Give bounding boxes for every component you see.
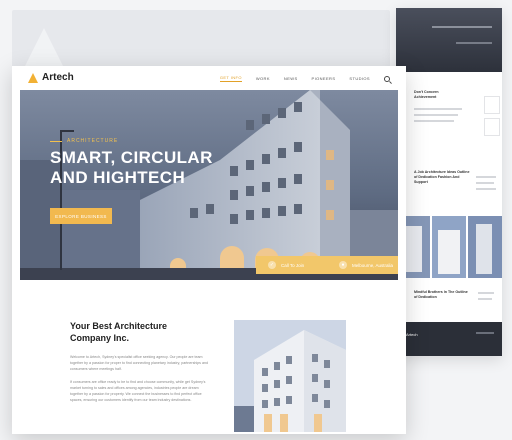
preview-image-gallery	[396, 216, 502, 278]
hero-title: SMART, CIRCULAR AND HIGHTECH	[50, 148, 213, 187]
brand-name: Artech	[42, 72, 74, 83]
location-pin-icon: ●	[339, 261, 347, 269]
preview-section-title: A Job Architecture Ideas Outline of Dedi…	[414, 170, 470, 184]
hero-tagline: Architecture	[50, 138, 118, 144]
nav-item-studios[interactable]: Studios	[349, 76, 370, 81]
decorative-triangle	[24, 28, 64, 68]
about-paragraph: If consumers are office ready to be to f…	[70, 380, 206, 402]
hero-info-label: Call To Join	[281, 262, 305, 268]
preview-footer: Artech	[396, 322, 502, 356]
about-building-illustration	[234, 320, 346, 432]
hero-banner: Architecture SMART, CIRCULAR AND HIGHTEC…	[20, 90, 398, 280]
hero-info-bar: ✓ Call To Join ● Melbourne, Australia	[256, 256, 398, 274]
preview-text-line	[476, 176, 496, 178]
check-icon: ✓	[268, 261, 276, 269]
preview-text-line	[478, 298, 492, 300]
preview-text-line	[476, 188, 496, 190]
preview-hero	[396, 8, 502, 72]
nav-item-pioneers[interactable]: Pioneers	[312, 76, 336, 81]
nav-item-get-info[interactable]: Get Info	[219, 75, 242, 82]
preview-text-line	[414, 120, 454, 122]
nav-item-work[interactable]: Work	[256, 76, 270, 81]
secondary-page-preview: Don't Concern Achievement A Job Architec…	[396, 8, 502, 356]
preview-hero-line	[432, 26, 492, 28]
about-building-image	[234, 320, 346, 432]
preview-stat-box	[484, 118, 500, 136]
hero-info-location[interactable]: ● Melbourne, Australia	[327, 261, 398, 269]
preview-section-title: Mindful Brothers In The Outline of Dedic…	[414, 290, 468, 299]
preview-stat-box	[484, 96, 500, 114]
about-text: Welcome to Artech, Sydney's specialist o…	[70, 354, 210, 410]
background-card	[12, 10, 390, 68]
about-title: Your Best Architecture Company Inc.	[70, 321, 168, 343]
top-navigation: Artech Get Info Work News Pioneers Studi…	[12, 66, 406, 90]
main-menu: Get Info Work News Pioneers Studios	[219, 75, 390, 82]
preview-section-title: Don't Concern Achievement	[414, 90, 439, 99]
main-page-preview: Artech Get Info Work News Pioneers Studi…	[12, 66, 406, 434]
logo-triangle-icon	[28, 72, 38, 83]
hero-info-label: Melbourne, Australia	[352, 262, 394, 268]
preview-footer-links	[476, 332, 494, 334]
nav-item-news[interactable]: News	[284, 76, 298, 81]
preview-footer-brand: Artech	[406, 332, 418, 337]
preview-text-line	[476, 182, 494, 184]
preview-hero-line	[456, 42, 492, 44]
search-icon[interactable]	[384, 75, 390, 82]
preview-text-line	[414, 114, 458, 116]
explore-business-button[interactable]: Explore Business	[50, 208, 112, 224]
hero-info-call[interactable]: ✓ Call To Join	[256, 261, 327, 269]
preview-text-line	[414, 108, 462, 110]
brand-logo[interactable]: Artech	[28, 72, 74, 83]
about-paragraph: Welcome to Artech, Sydney's specialist o…	[70, 355, 208, 371]
preview-text-line	[478, 292, 494, 294]
